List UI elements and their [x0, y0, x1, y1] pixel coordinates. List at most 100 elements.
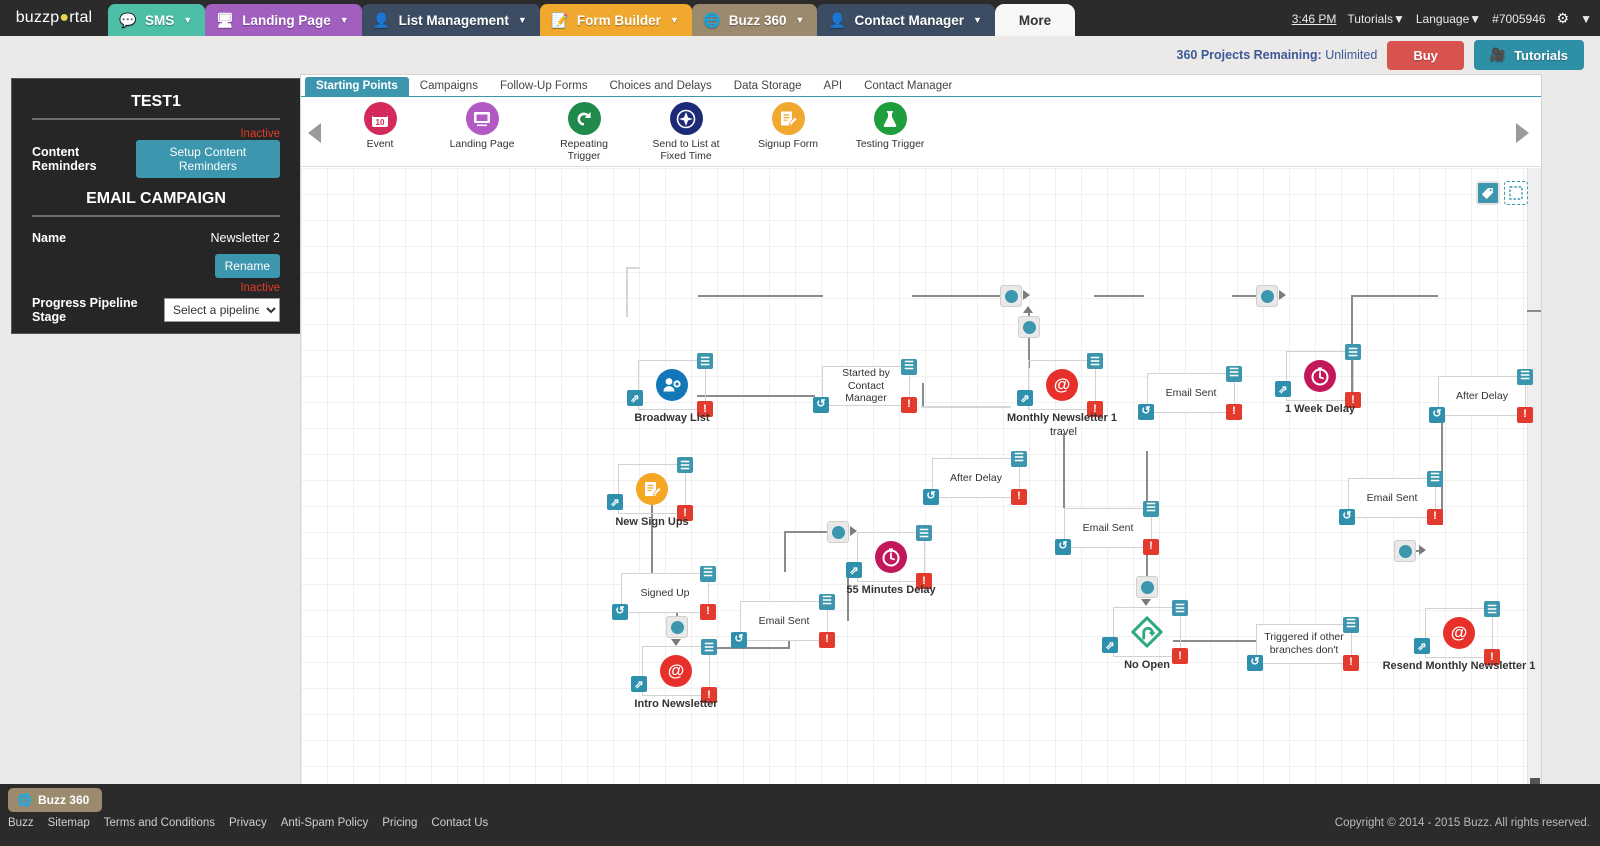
node-monthly-newsletter-1[interactable]: @ ☰ ! ⇗ Monthly Newsletter 1 [1007, 353, 1117, 424]
chevron-down-icon[interactable]: ▼ [1580, 12, 1592, 26]
selection-icon[interactable] [1504, 181, 1528, 205]
connector-icon[interactable]: ↺ [923, 489, 939, 505]
tab-data-storage[interactable]: Data Storage [723, 77, 813, 96]
node-box[interactable]: ☰ ! ⇗ [627, 353, 713, 417]
condition-email-sent-4[interactable]: Email Sent ☰ ! ↺ [1339, 471, 1443, 525]
menu-icon[interactable]: ☰ [701, 639, 717, 655]
footer-link-sitemap[interactable]: Sitemap [48, 817, 90, 829]
nav-tab-list-management[interactable]: 👤 List Management ▼ [361, 4, 540, 36]
menu-icon[interactable]: ☰ [697, 353, 713, 369]
palette-item-event[interactable]: 10 Event [339, 102, 421, 162]
condition-box[interactable]: Email Sent ☰ ! ↺ [1138, 366, 1242, 420]
connector-node[interactable] [666, 616, 688, 638]
condition-signed-up[interactable]: Signed Up ☰ ! ↺ [612, 566, 716, 620]
connector-icon[interactable]: ⇗ [1017, 390, 1033, 406]
node-box[interactable]: ☰ ! ⇗ [846, 525, 932, 589]
footer-link-anti-spam-policy[interactable]: Anti-Spam Policy [281, 817, 369, 829]
connector-icon[interactable]: ↺ [813, 397, 829, 413]
menu-icon[interactable]: ☰ [1087, 353, 1103, 369]
connector-icon[interactable]: ↺ [731, 632, 747, 648]
node-box[interactable]: @ ☰ ! ⇗ [1414, 601, 1500, 665]
warning-icon[interactable]: ! [1011, 489, 1027, 505]
footer-link-privacy[interactable]: Privacy [229, 817, 267, 829]
tab-follow-up-forms[interactable]: Follow-Up Forms [489, 77, 599, 96]
connector-node[interactable] [1394, 540, 1416, 562]
condition-email-sent-3[interactable]: Email Sent ☰ ! ↺ [1138, 366, 1242, 420]
warning-icon[interactable]: ! [1427, 509, 1443, 525]
connector-icon[interactable]: ↺ [1138, 404, 1154, 420]
language-menu[interactable]: Language▼ [1416, 12, 1481, 26]
connector-icon[interactable]: ↺ [612, 604, 628, 620]
connector-icon[interactable]: ⇗ [1102, 637, 1118, 653]
connector-node[interactable] [1136, 576, 1158, 598]
menu-icon[interactable]: ☰ [819, 594, 835, 610]
menu-icon[interactable]: ☰ [1427, 471, 1443, 487]
connector-icon[interactable]: ↺ [1429, 407, 1445, 423]
menu-icon[interactable]: ☰ [1345, 344, 1361, 360]
nav-tab-contact-manager[interactable]: 👤 Contact Manager ▼ [817, 4, 995, 36]
tag-icon[interactable] [1476, 181, 1500, 205]
condition-box[interactable]: After Delay ☰ ! ↺ [1429, 369, 1533, 423]
nav-tab-sms[interactable]: 💬 SMS ▼ [108, 4, 206, 36]
palette-item-send-to-list-at-fixed-time[interactable]: Send to List at Fixed Time [645, 102, 727, 162]
node-broadway-list[interactable]: ☰ ! ⇗ Broadway List [627, 353, 713, 424]
condition-box[interactable]: After Delay ☰ ! ↺ [923, 451, 1027, 505]
nav-tab-more[interactable]: More [994, 4, 1076, 36]
node-box[interactable]: @ ☰ ! ⇗ [631, 639, 717, 703]
palette-scroll-left-icon[interactable] [308, 123, 321, 143]
footer-link-contact-us[interactable]: Contact Us [431, 817, 488, 829]
connector-node[interactable] [827, 521, 849, 543]
footer-link-buzz[interactable]: Buzz [8, 817, 34, 829]
nav-tab-form-builder[interactable]: 📝 Form Builder ▼ [539, 4, 692, 36]
menu-icon[interactable]: ☰ [677, 457, 693, 473]
condition-triggered-if-other-branches-dont[interactable]: Triggered if other branches don't ☰ ! ↺ [1247, 617, 1359, 671]
account-id[interactable]: #7005946 [1492, 12, 1545, 26]
palette-item-landing-page[interactable]: Landing Page [441, 102, 523, 162]
warning-icon[interactable]: ! [1517, 407, 1533, 423]
connector-node[interactable] [1256, 285, 1278, 307]
menu-icon[interactable]: ☰ [1143, 501, 1159, 517]
warning-icon[interactable]: ! [700, 604, 716, 620]
node-55-minutes-delay[interactable]: ☰ ! ⇗ 55 Minutes Delay [846, 525, 936, 596]
condition-after-delay-1[interactable]: After Delay ☰ ! ↺ [923, 451, 1027, 505]
menu-icon[interactable]: ☰ [901, 359, 917, 375]
warning-icon[interactable]: ! [1226, 404, 1242, 420]
node-1-week-delay[interactable]: ☰ ! ⇗ 1 Week Delay [1275, 344, 1361, 415]
tab-campaigns[interactable]: Campaigns [409, 77, 489, 96]
condition-box[interactable]: Email Sent ☰ ! ↺ [731, 594, 835, 648]
warning-icon[interactable]: ! [1143, 539, 1159, 555]
node-box[interactable]: @ ☰ ! ⇗ [1017, 353, 1103, 417]
menu-icon[interactable]: ☰ [1011, 451, 1027, 467]
connector-icon[interactable]: ⇗ [627, 390, 643, 406]
condition-email-sent-2[interactable]: Email Sent ☰ ! ↺ [1055, 501, 1159, 555]
warning-icon[interactable]: ! [1172, 648, 1188, 664]
menu-icon[interactable]: ☰ [1517, 369, 1533, 385]
node-box[interactable]: ☰ ! ⇗ [1102, 600, 1188, 664]
palette-scroll-right-icon[interactable] [1516, 123, 1529, 143]
tab-choices-and-delays[interactable]: Choices and Delays [599, 77, 723, 96]
node-box[interactable]: ☰ ! ⇗ [1275, 344, 1361, 408]
tutorials-menu[interactable]: Tutorials▼ [1347, 12, 1404, 26]
nav-tab-buzz-360[interactable]: 🌐 Buzz 360 ▼ [691, 4, 818, 36]
palette-item-signup-form[interactable]: Signup Form [747, 102, 829, 162]
connector-icon[interactable]: ⇗ [607, 494, 623, 510]
connector-icon[interactable]: ⇗ [846, 562, 862, 578]
tab-starting-points[interactable]: Starting Points [305, 77, 409, 96]
node-new-sign-ups[interactable]: ☰ ! ⇗ New Sign Ups [607, 457, 693, 528]
pipeline-stage-select[interactable]: Select a pipeline stage [164, 298, 280, 322]
menu-icon[interactable]: ☰ [1343, 617, 1359, 633]
warning-icon[interactable]: ! [819, 632, 835, 648]
menu-icon[interactable]: ☰ [916, 525, 932, 541]
condition-email-sent-1[interactable]: Email Sent ☰ ! ↺ [731, 594, 835, 648]
condition-box[interactable]: Triggered if other branches don't ☰ ! ↺ [1247, 617, 1359, 671]
app-logo[interactable]: buzzp ● rtal [0, 0, 108, 36]
node-box[interactable]: ☰ ! ⇗ [607, 457, 693, 521]
condition-box[interactable]: Signed Up ☰ ! ↺ [612, 566, 716, 620]
setup-content-reminders-button[interactable]: Setup Content Reminders [135, 140, 280, 178]
menu-icon[interactable]: ☰ [1226, 366, 1242, 382]
connector-icon[interactable]: ⇗ [1414, 638, 1430, 654]
connector-node[interactable] [1018, 316, 1040, 338]
connector-icon[interactable]: ↺ [1339, 509, 1355, 525]
menu-icon[interactable]: ☰ [700, 566, 716, 582]
condition-started-by-contact-manager[interactable]: Started by Contact Manager ☰ ! ↺ [813, 359, 917, 413]
